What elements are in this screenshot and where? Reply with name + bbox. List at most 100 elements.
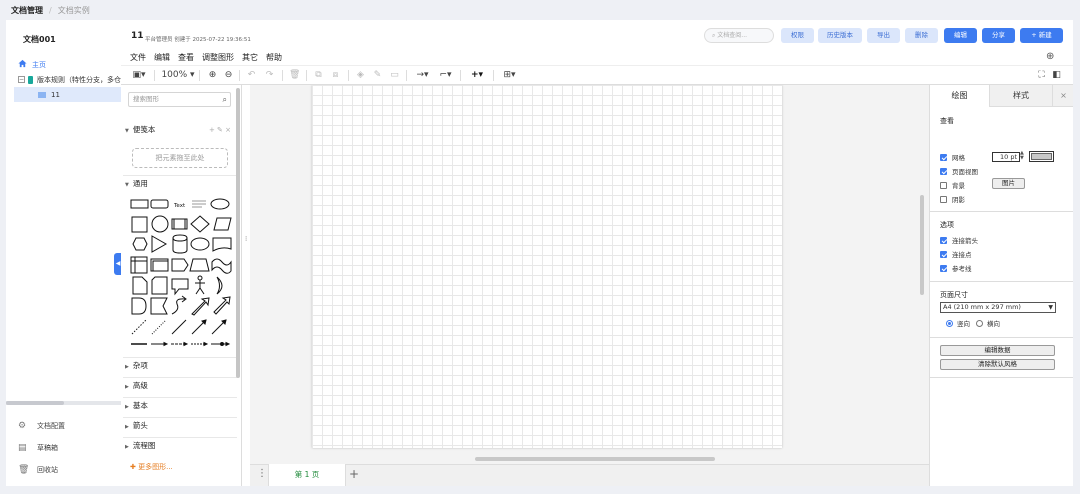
background-checkbox[interactable]: 背景 <box>940 180 965 190</box>
zoom-select[interactable]: 100% ▾ <box>161 69 195 82</box>
section-misc[interactable]: ▶ 杂项 <box>123 357 237 373</box>
section-flowchart-label: 流程图 <box>132 441 156 450</box>
language-globe-icon[interactable]: ⊕ <box>1046 51 1057 62</box>
close-icon[interactable]: × <box>1052 85 1074 107</box>
scratchpad-tools[interactable]: + ✎ × <box>209 122 231 138</box>
menu-file[interactable]: 文件 <box>130 52 146 63</box>
section-scratchpad[interactable]: ▼ 便笺本 + ✎ × <box>123 122 237 138</box>
doc-search-input[interactable]: ⌕ 文档查阅... <box>704 28 774 43</box>
menu-view[interactable]: 查看 <box>178 52 194 63</box>
divider <box>930 337 1074 338</box>
grid-color-button[interactable] <box>1029 151 1054 162</box>
menu-extras[interactable]: 其它 <box>242 52 258 63</box>
share-button[interactable]: 分享 <box>982 28 1015 43</box>
editor-main: 11 平台管理员 创建于 2025-07-22 19:36:51 ⌕ 文档查阅.… <box>121 20 1074 486</box>
image-button[interactable]: 图片 <box>992 178 1025 189</box>
history-button[interactable]: 历史版本 <box>818 28 862 43</box>
breadcrumb-root[interactable]: 文档管理 <box>11 5 43 16</box>
general-shapes-grid[interactable]: Text <box>130 196 234 354</box>
add-page-icon[interactable]: + <box>349 467 359 481</box>
connection-points-checkbox[interactable]: 连接点 <box>940 249 972 259</box>
more-shapes-link[interactable]: ✚ 更多图形... <box>130 462 173 472</box>
sidebar-item-home[interactable]: 主页 <box>6 57 121 72</box>
clear-default-style-button[interactable]: 清除默认风格 <box>940 359 1055 370</box>
grid-color-swatch <box>1031 153 1052 160</box>
connection-arrows-checkbox[interactable]: 连接箭头 <box>940 235 978 245</box>
toolbar-divider <box>282 70 283 81</box>
page-menu-icon[interactable]: ⋮ <box>257 468 267 479</box>
undo-icon[interactable]: ↶ <box>246 69 257 82</box>
checkbox-empty-icon <box>940 195 947 203</box>
guides-checkbox[interactable]: 参考线 <box>940 263 972 273</box>
new-button[interactable]: + 新建 <box>1020 28 1063 43</box>
landscape-radio[interactable]: 横向 <box>976 318 1000 328</box>
view-panels-icon[interactable]: ▣▾ <box>129 69 149 82</box>
collapse-toggle-icon[interactable]: − <box>18 76 25 83</box>
fill-color-icon[interactable]: ◈ <box>355 69 366 82</box>
menu-help[interactable]: 帮助 <box>266 52 282 63</box>
menu-edit[interactable]: 编辑 <box>154 52 170 63</box>
shape-search-input[interactable]: 搜索图形 ⌕ <box>128 92 231 107</box>
version-icon <box>28 75 33 84</box>
diagram-page[interactable] <box>312 85 782 448</box>
shadow-checkbox[interactable]: 阴影 <box>940 194 965 204</box>
insert-icon[interactable]: +▾ <box>467 69 487 82</box>
tab-style[interactable]: 样式 <box>990 85 1052 107</box>
canvas-v-scrollbar[interactable] <box>920 195 924 295</box>
menu-arrange[interactable]: 调整图形 <box>202 52 234 63</box>
zoom-in-icon[interactable]: ⊕ <box>207 69 218 82</box>
tab-page-1[interactable]: 第 1 页 <box>268 464 346 486</box>
table-icon[interactable]: ⊞▾ <box>500 69 519 82</box>
shadow-icon[interactable]: ▭ <box>389 69 400 82</box>
delete-icon[interactable]: 🗑 <box>289 69 300 82</box>
doc-name: 文档001 <box>23 35 56 44</box>
fullscreen-icon[interactable]: ⛶ <box>1036 69 1047 82</box>
permissions-button[interactable]: 权限 <box>781 28 814 43</box>
zoom-out-icon[interactable]: ⊖ <box>223 69 234 82</box>
sidebar-item-drafts[interactable]: ▤ 草稿箱 <box>18 437 65 459</box>
panel-resize-handle[interactable]: ⁞ <box>245 235 247 243</box>
diagram-canvas[interactable] <box>250 85 929 464</box>
to-back-icon[interactable]: ⧈ <box>330 69 341 82</box>
connection-style-icon[interactable]: →▾ <box>413 69 432 82</box>
canvas-h-scrollbar[interactable] <box>475 457 715 461</box>
redo-icon[interactable]: ↷ <box>264 69 275 82</box>
section-basic[interactable]: ▶ 基本 <box>123 397 237 413</box>
breadcrumb: 文档管理 / 文档实例 <box>0 0 1080 20</box>
edit-button[interactable]: 编辑 <box>944 28 977 43</box>
delete-button[interactable]: 删除 <box>905 28 938 43</box>
scratchpad-dropzone[interactable]: 把元素拖至此处 <box>132 148 228 168</box>
format-panel-toggle-icon[interactable]: ◧ <box>1051 69 1062 82</box>
edit-data-button[interactable]: 编辑数据 <box>940 345 1055 356</box>
grid-checkbox[interactable]: 网格 <box>940 152 965 162</box>
sidebar-item-version[interactable]: − 版本规则（特性分支，多仓 <box>6 72 121 87</box>
sidebar-scroll-thumb[interactable] <box>6 401 64 405</box>
shapes-scrollbar[interactable] <box>236 88 240 378</box>
stepper-icon[interactable]: ▲ ▼ <box>1020 151 1024 161</box>
waypoints-icon[interactable]: ⌐▾ <box>436 69 455 82</box>
connection-points-label: 连接点 <box>952 251 972 259</box>
sidebar-item-page[interactable]: 11 <box>14 87 121 102</box>
portrait-radio[interactable]: 竖向 <box>946 318 970 328</box>
sidebar-h-scrollbar[interactable] <box>6 401 121 405</box>
connection-arrows-label: 连接箭头 <box>952 237 978 245</box>
line-color-icon[interactable]: ✎ <box>372 69 383 82</box>
page-view-checkbox[interactable]: 页面视图 <box>940 166 978 176</box>
section-arrows[interactable]: ▶ 箭头 <box>123 417 237 433</box>
view-section-title: 查看 <box>940 117 954 125</box>
paper-size-select[interactable]: A4 (210 mm x 297 mm) ▼ <box>940 302 1056 313</box>
section-flowchart[interactable]: ▶ 流程图 <box>123 437 237 453</box>
sidebar-item-trash[interactable]: 🗑 回收站 <box>18 459 65 481</box>
format-panel: 绘图 样式 × 查看 网格 10 pt ▲ ▼ 页面视图 背景 图片 阴影 选项 … <box>929 85 1074 486</box>
sidebar-item-doc-config[interactable]: ⚙ 文档配置 <box>18 415 65 437</box>
drafts-label: 草稿箱 <box>37 444 58 452</box>
tab-diagram[interactable]: 绘图 <box>930 85 990 107</box>
checkbox-empty-icon <box>940 181 947 189</box>
section-advanced[interactable]: ▶ 高级 <box>123 377 237 393</box>
toolbar-divider <box>239 70 240 81</box>
grid-size-input[interactable]: 10 pt <box>992 152 1020 162</box>
export-button[interactable]: 导出 <box>867 28 900 43</box>
section-general[interactable]: ▼ 通用 <box>123 175 237 191</box>
checkbox-checked-icon <box>940 167 947 175</box>
to-front-icon[interactable]: ⧉ <box>313 69 324 82</box>
